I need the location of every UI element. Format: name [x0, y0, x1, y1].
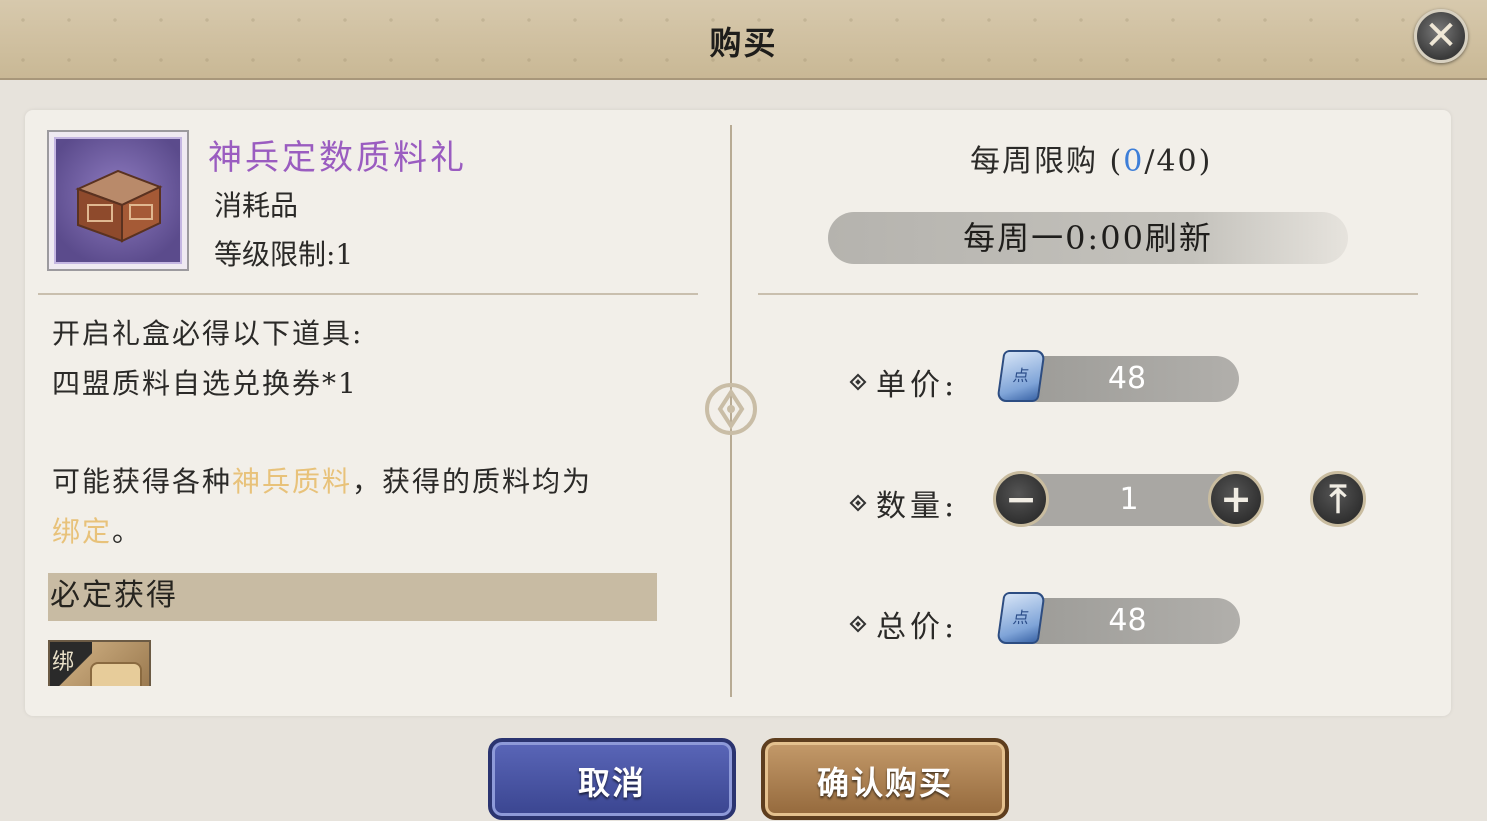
max-quantity-button[interactable]: ⤒ [1310, 471, 1366, 527]
minus-button[interactable]: − [993, 471, 1049, 527]
divider-right [758, 293, 1418, 295]
ticket-icon: 点 [996, 592, 1046, 644]
weekly-bought: 0 [1123, 144, 1145, 179]
unit-price-label-row: 单价: [849, 360, 959, 404]
treasure-chest-icon [54, 137, 182, 264]
highlight-text: 绑定 [52, 515, 113, 548]
section-title: 必定获得 [50, 578, 178, 613]
description-line-2: 四盟质料自选兑换券*1 [52, 367, 358, 400]
bullet-icon [849, 373, 867, 391]
bullet-icon [849, 494, 867, 512]
total-price-value: 48 [1015, 598, 1240, 644]
item-level-limit: 等级限制:1 [214, 238, 354, 271]
weekly-limit: 每周限购 (0/40) [970, 136, 1212, 180]
reward-item-slot[interactable]: 绑 [48, 640, 151, 686]
confirm-purchase-button[interactable]: 确认购买 [761, 738, 1009, 820]
item-type: 消耗品 [214, 189, 299, 222]
dialog-header: 购买 ✕ [0, 0, 1487, 80]
ornament-icon [705, 383, 757, 435]
refresh-info: 每周一0:00刷新 [828, 212, 1348, 264]
weekly-max: 40 [1156, 144, 1199, 179]
ticket-icon: 点 [996, 350, 1046, 402]
unit-price-value: 48 [1015, 356, 1239, 402]
description-line-4: 绑定。 [52, 510, 142, 550]
quantity-label: 数量: [876, 489, 959, 524]
highlight-text: 神兵质料 [232, 465, 353, 498]
weekly-close: ) [1198, 144, 1213, 179]
weekly-sep: / [1144, 144, 1157, 179]
description-line-1: 开启礼盒必得以下道具: [52, 317, 364, 350]
close-icon[interactable]: ✕ [1414, 9, 1468, 63]
dialog-title: 购买 [709, 24, 778, 62]
plus-button[interactable]: + [1208, 471, 1264, 527]
description-text: ，获得的质料均为 [352, 465, 593, 498]
cancel-button[interactable]: 取消 [488, 738, 736, 820]
scroll-icon [90, 662, 142, 686]
quantity-label-row: 数量: [849, 481, 959, 525]
item-icon-frame [47, 130, 189, 271]
description-text: 。 [112, 515, 143, 548]
bullet-icon [849, 615, 867, 633]
total-price-label-row: 总价: [849, 602, 959, 646]
unit-price-label: 单价: [876, 368, 959, 403]
description-line-3: 可能获得各种神兵质料，获得的质料均为 [52, 460, 592, 500]
total-price-label: 总价: [876, 610, 959, 645]
bind-tag: 绑 [50, 642, 92, 686]
weekly-label: 每周限购 ( [970, 144, 1124, 179]
section-header: 必定获得 [48, 573, 657, 621]
item-name: 神兵定数质料礼 [208, 138, 467, 178]
divider-left [38, 293, 698, 295]
description-text: 可能获得各种 [52, 465, 233, 498]
